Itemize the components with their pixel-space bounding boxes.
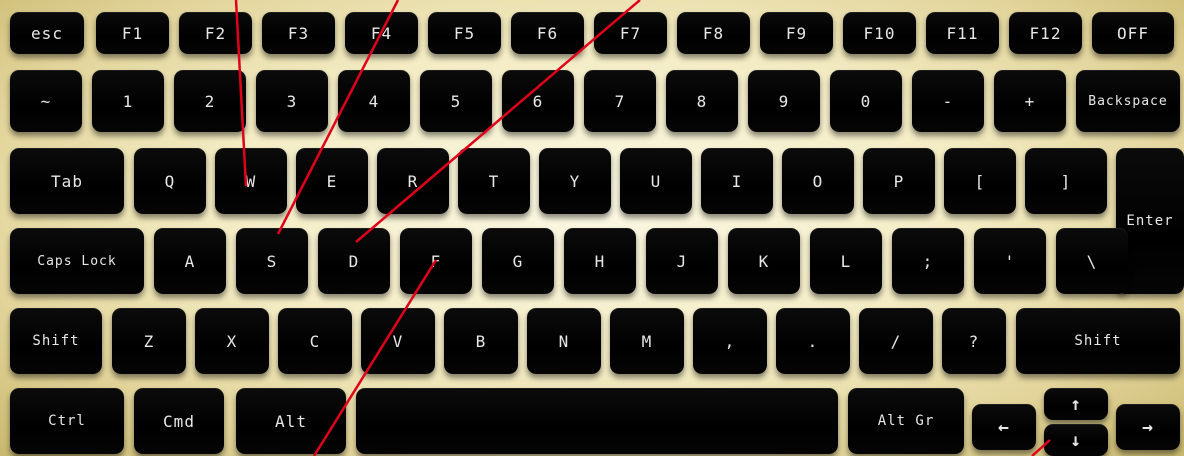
key-f9[interactable]: F9 — [760, 12, 833, 54]
key-o[interactable]: O — [782, 148, 854, 214]
key-cmd[interactable]: Cmd — [134, 388, 224, 454]
key-plus[interactable]: + — [994, 70, 1066, 132]
key-f10[interactable]: F10 — [843, 12, 916, 54]
key-e[interactable]: E — [296, 148, 368, 214]
arrow-right-key[interactable]: → — [1116, 404, 1180, 450]
key-comma[interactable]: , — [693, 308, 767, 374]
key-ctrl[interactable]: Ctrl — [10, 388, 124, 454]
key-u[interactable]: U — [620, 148, 692, 214]
key-f12[interactable]: F12 — [1009, 12, 1082, 54]
key-f3[interactable]: F3 — [262, 12, 335, 54]
key-7[interactable]: 7 — [584, 70, 656, 132]
key-6[interactable]: 6 — [502, 70, 574, 132]
key-h[interactable]: H — [564, 228, 636, 294]
key-a[interactable]: A — [154, 228, 226, 294]
key-question[interactable]: ? — [942, 308, 1006, 374]
key-slash[interactable]: / — [859, 308, 933, 374]
key-0[interactable]: 0 — [830, 70, 902, 132]
key-f2[interactable]: F2 — [179, 12, 252, 54]
key-c[interactable]: C — [278, 308, 352, 374]
key-s[interactable]: S — [236, 228, 308, 294]
key-l[interactable]: L — [810, 228, 882, 294]
key-i[interactable]: I — [701, 148, 773, 214]
key-1[interactable]: 1 — [92, 70, 164, 132]
key-tab[interactable]: Tab — [10, 148, 124, 214]
key-3[interactable]: 3 — [256, 70, 328, 132]
key-alt[interactable]: Alt — [236, 388, 346, 454]
key-9[interactable]: 9 — [748, 70, 820, 132]
key-w[interactable]: W — [215, 148, 287, 214]
key-k[interactable]: K — [728, 228, 800, 294]
arrow-up-key[interactable]: ↑ — [1044, 388, 1108, 420]
key-minus[interactable]: - — [912, 70, 984, 132]
key-space[interactable] — [356, 388, 838, 454]
key-off[interactable]: OFF — [1092, 12, 1174, 54]
key-backslash[interactable]: \ — [1056, 228, 1128, 294]
key-f7[interactable]: F7 — [594, 12, 667, 54]
key-capslock[interactable]: Caps Lock — [10, 228, 144, 294]
key-f8[interactable]: F8 — [677, 12, 750, 54]
key-2[interactable]: 2 — [174, 70, 246, 132]
key-n[interactable]: N — [527, 308, 601, 374]
key-period[interactable]: . — [776, 308, 850, 374]
key-d[interactable]: D — [318, 228, 390, 294]
key-altgr[interactable]: Alt Gr — [848, 388, 964, 454]
key-tilde[interactable]: ~ — [10, 70, 82, 132]
key-g[interactable]: G — [482, 228, 554, 294]
key-t[interactable]: T — [458, 148, 530, 214]
key-q[interactable]: Q — [134, 148, 206, 214]
key-esc[interactable]: esc — [10, 12, 84, 54]
key-shift-right[interactable]: Shift — [1016, 308, 1180, 374]
key-x[interactable]: X — [195, 308, 269, 374]
key-f11[interactable]: F11 — [926, 12, 999, 54]
key-lbracket[interactable]: [ — [944, 148, 1016, 214]
arrow-left-key[interactable]: ← — [972, 404, 1036, 450]
key-8[interactable]: 8 — [666, 70, 738, 132]
key-f5[interactable]: F5 — [428, 12, 501, 54]
key-p[interactable]: P — [863, 148, 935, 214]
key-quote[interactable]: ' — [974, 228, 1046, 294]
arrow-down-key[interactable]: ↓ — [1044, 424, 1108, 456]
key-v[interactable]: V — [361, 308, 435, 374]
key-semicolon[interactable]: ; — [892, 228, 964, 294]
keyboard: esc F1 F2 F3 F4 F5 F6 F7 F8 F9 F10 F11 F12 OFF ~1 2 3 4 5 6… — [0, 0, 1184, 456]
key-4[interactable]: 4 — [338, 70, 410, 132]
key-f4[interactable]: F4 — [345, 12, 418, 54]
key-f1[interactable]: F1 — [96, 12, 169, 54]
key-b[interactable]: B — [444, 308, 518, 374]
key-f[interactable]: F — [400, 228, 472, 294]
key-rbracket[interactable]: ] — [1025, 148, 1107, 214]
key-backspace[interactable]: Backspace — [1076, 70, 1180, 132]
key-5[interactable]: 5 — [420, 70, 492, 132]
key-z[interactable]: Z — [112, 308, 186, 374]
key-j[interactable]: J — [646, 228, 718, 294]
key-f6[interactable]: F6 — [511, 12, 584, 54]
key-m[interactable]: M — [610, 308, 684, 374]
key-y[interactable]: Y — [539, 148, 611, 214]
key-shift-left[interactable]: Shift — [10, 308, 102, 374]
key-r[interactable]: R — [377, 148, 449, 214]
